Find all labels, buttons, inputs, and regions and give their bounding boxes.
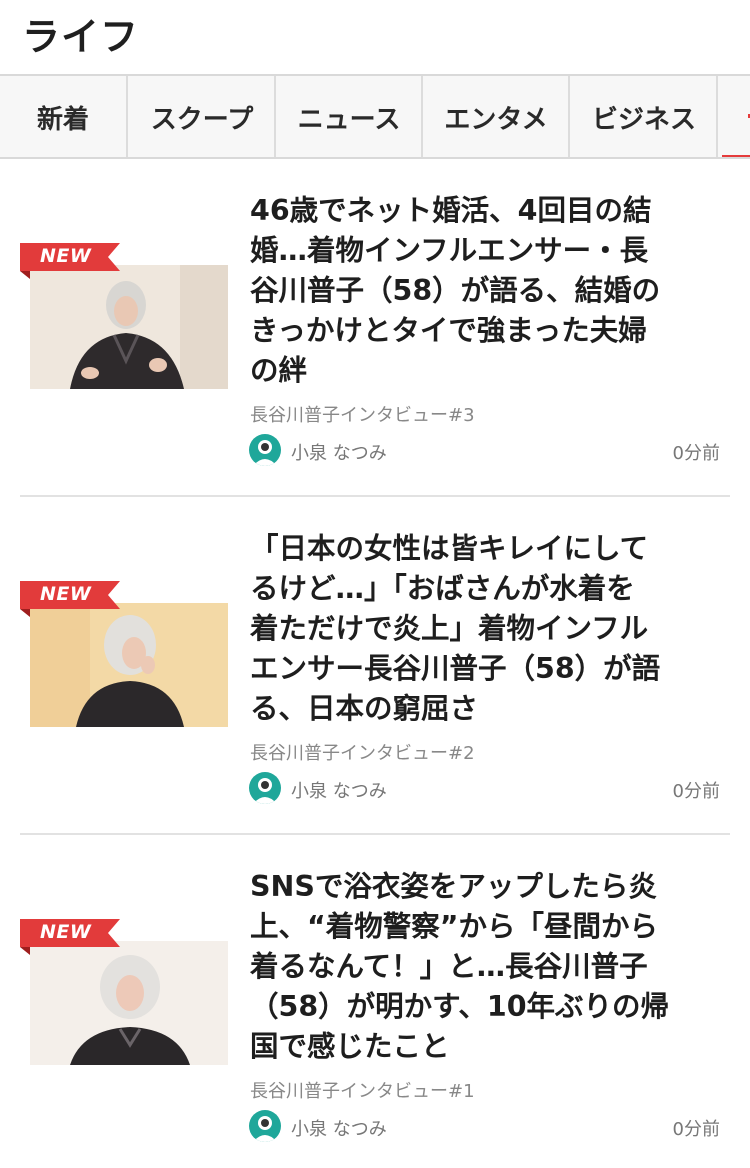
new-badge-label: NEW	[40, 245, 92, 267]
tab-business[interactable]: ビジネス	[572, 76, 718, 157]
new-badge-label: NEW	[40, 921, 92, 943]
article-thumbnail[interactable]: NEW	[20, 581, 230, 731]
headline-line: （58）が明かす、10年ぶりの帰	[250, 990, 670, 1023]
article-card[interactable]: NEW SNSで浴衣姿をアップしたら炎 上、“着物警察”から「昼間から 着るなん…	[0, 835, 750, 1168]
article-photo	[30, 265, 228, 389]
article-thumbnail[interactable]: NEW	[20, 919, 230, 1069]
headline-line: エンサー長谷川普子（58）が語	[250, 652, 661, 685]
author-avatar[interactable]	[249, 1110, 281, 1142]
page-title: ライフ	[22, 15, 140, 59]
tab-scoop[interactable]: スクープ	[130, 76, 276, 157]
headline-line: 着ただけで炎上」着物インフル	[250, 612, 649, 645]
article-timestamp: 0分前	[672, 781, 720, 802]
headline-line: 婚…着物インフルエンサー・長	[250, 234, 649, 267]
article-photo	[30, 941, 228, 1065]
author-avatar[interactable]	[249, 772, 281, 804]
headline-line: 46歳でネット婚活、4回目の結	[250, 194, 652, 227]
tab-life-active[interactable]	[722, 76, 750, 157]
new-badge: NEW	[20, 581, 120, 617]
tab-new[interactable]: 新着	[0, 76, 128, 157]
headline-line: 谷川普子（58）が語る、結婚の	[250, 274, 661, 307]
author-name[interactable]: 小泉 なつみ	[291, 1115, 387, 1141]
headline-line: きっかけとタイで強まった夫婦	[250, 314, 647, 347]
article-card[interactable]: NEW 46歳でネット婚活、4回目の結 婚…着物インフルエンサー・長 谷川普子（…	[0, 159, 750, 497]
category-tab-bar: 新着 スクープ ニュース エンタメ ビジネス	[0, 74, 750, 159]
author-name[interactable]: 小泉 なつみ	[291, 777, 387, 803]
article-headline[interactable]: SNSで浴衣姿をアップしたら炎 上、“着物警察”から「昼間から 着るなんて！」と…	[250, 867, 720, 1067]
headline-line: 着るなんて！」と…長谷川普子	[250, 950, 648, 983]
headline-line: る、日本の窮屈さ	[250, 692, 479, 725]
headline-line: SNSで浴衣姿をアップしたら炎	[250, 870, 657, 903]
headline-line: 上、“着物警察”から「昼間から	[250, 910, 658, 943]
article-headline[interactable]: 「日本の女性は皆キレイにして るけど…」「おばさんが水着を 着ただけで炎上」着物…	[250, 529, 720, 729]
article-thumbnail[interactable]: NEW	[20, 243, 230, 393]
headline-line: 国で感じたこと	[250, 1030, 450, 1063]
article-series[interactable]: 長谷川普子インタビュー#1	[250, 1077, 475, 1103]
author-name[interactable]: 小泉 なつみ	[291, 439, 387, 465]
app-header: ライフ	[0, 0, 750, 74]
article-card[interactable]: NEW 「日本の女性は皆キレイにして るけど…」「おばさんが水着を 着ただけで炎…	[0, 497, 750, 835]
author-avatar[interactable]	[249, 434, 281, 466]
article-series[interactable]: 長谷川普子インタビュー#3	[250, 401, 475, 427]
article-photo	[30, 603, 228, 727]
headline-line: の絆	[250, 354, 308, 387]
tab-entertainment[interactable]: エンタメ	[424, 76, 570, 157]
new-badge: NEW	[20, 243, 120, 279]
article-series[interactable]: 長谷川普子インタビュー#2	[250, 739, 475, 765]
new-badge: NEW	[20, 919, 120, 955]
headline-line: 「日本の女性は皆キレイにして	[250, 532, 649, 565]
tab-news[interactable]: ニュース	[277, 76, 423, 157]
article-headline[interactable]: 46歳でネット婚活、4回目の結 婚…着物インフルエンサー・長 谷川普子（58）が…	[250, 191, 720, 391]
article-timestamp: 0分前	[672, 443, 720, 464]
article-timestamp: 0分前	[672, 1119, 720, 1140]
new-badge-label: NEW	[40, 583, 92, 605]
headline-line: るけど…」「おばさんが水着を	[250, 572, 635, 605]
